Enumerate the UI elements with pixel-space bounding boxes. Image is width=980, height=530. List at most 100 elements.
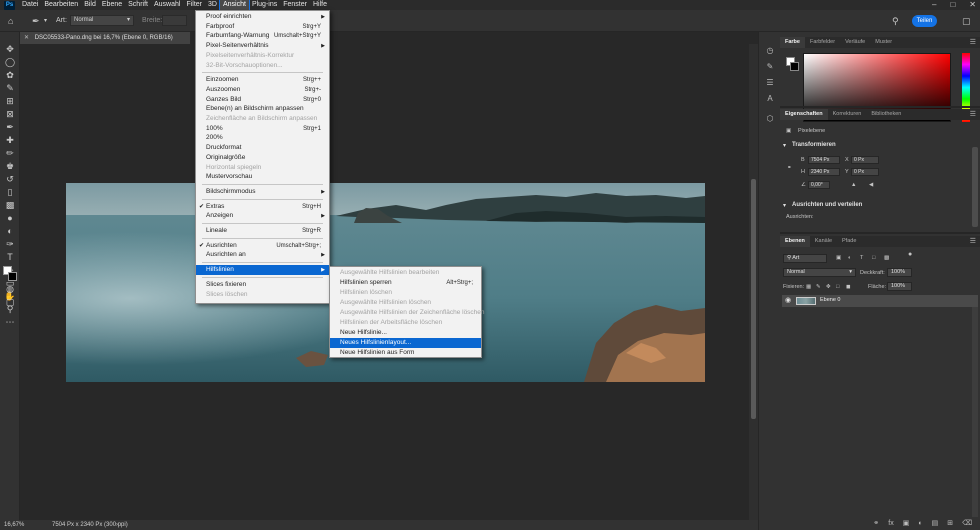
pen-tool-icon[interactable]: ✑ [3,239,17,250]
filter-toggle-icon[interactable]: ● [908,251,912,258]
menu-plug-ins[interactable]: Plug-ins [249,0,280,10]
menu-item-bildschirmmodus[interactable]: Bildschirmmodus ▶ [196,187,329,197]
filter-adjust-icon[interactable]: ◐ [848,255,851,261]
background-color-swatch[interactable] [8,272,17,281]
width-input[interactable] [162,15,187,26]
maximize-icon[interactable]: □ [950,0,955,10]
brush-tool-icon[interactable]: ✏ [3,148,17,159]
x-field[interactable]: 0 Px [851,156,879,164]
height-field[interactable]: 2340 Px [808,168,840,176]
quick-mask-icon[interactable]: ◍ [3,284,17,295]
history-icon[interactable]: ◷ [764,46,776,56]
close-icon[interactable]: ✕ [969,0,976,10]
lock-position-icon[interactable]: ✥ [826,284,831,290]
lock-all-icon[interactable]: ◼ [846,284,851,290]
menu-item-einzoomen[interactable]: Einzoomen Strg++ [196,75,329,85]
menu-hilfe[interactable]: Hilfe [310,0,330,10]
crop-tool-icon[interactable]: ⊞ [3,96,17,107]
brush-settings-icon[interactable]: ✎ [764,62,776,72]
close-icon[interactable]: ✕ [24,35,29,41]
eyedropper-tool-icon[interactable]: ✒ [32,15,40,27]
layers-scrollbar[interactable] [972,307,978,517]
mask-icon[interactable]: ▣ [903,518,910,530]
tab-verlaeufe[interactable]: Verläufe [840,37,870,48]
eye-icon[interactable]: ◉ [785,296,791,304]
panel-menu-icon[interactable]: ☰ [970,109,976,120]
fx-icon[interactable]: fx [888,518,893,530]
menu-item-neues-hilfslinienlayout[interactable]: Neues Hilfslinienlayout... [330,338,481,348]
background-color-swatch[interactable] [790,62,799,71]
menu-bild[interactable]: Bild [81,0,99,10]
lock-pixels-icon[interactable]: ✎ [816,284,821,290]
filter-type-icon[interactable]: T [860,255,863,261]
menu-item-farbumfang-warnung[interactable]: Farbumfang-Warnung Umschalt+Strg+Y [196,31,329,41]
link-layers-icon[interactable]: ⚭ [873,518,879,530]
menu-item-originalgröße[interactable]: Originalgröße [196,153,329,163]
menu-item-neue-hilfslinien-aus-form[interactable]: Neue Hilfslinien aus Form [330,348,481,358]
flip-vertical-icon[interactable]: ◀ [869,182,873,188]
clone-stamp-tool-icon[interactable]: ♚ [3,161,17,172]
tab-kanaele[interactable]: Kanäle [810,236,837,247]
menu-item-ganzes-bild[interactable]: Ganzes Bild Strg+0 [196,95,329,105]
group-folder-icon[interactable]: ▤ [932,518,939,530]
menu-schrift[interactable]: Schrift [125,0,151,10]
layer-name[interactable]: Ebene 0 [820,297,841,303]
fill-field[interactable]: 100% [887,282,912,291]
trash-icon[interactable]: ⌫ [962,518,972,530]
character-icon[interactable]: A [764,94,776,104]
menu-item-farbproof[interactable]: Farbproof Strg+Y [196,22,329,32]
workspace-icon[interactable]: ▢ [962,15,971,27]
menu-item-pixel-seitenverhältnis[interactable]: Pixel-Seitenverhältnis ▶ [196,41,329,51]
menu-item-hilfslinien-sperren[interactable]: Hilfslinien sperren Alt+Strg+; [330,278,481,288]
adjust-icon[interactable]: ☰ [764,78,776,88]
share-button[interactable]: Teilen [912,15,937,27]
tab-ebenen[interactable]: Ebenen [780,236,810,247]
menu-item-mustervorschau[interactable]: Mustervorschau [196,172,329,182]
blend-mode-select[interactable]: Normal ▾ [783,268,856,277]
lock-transparency-icon[interactable]: ▦ [806,284,811,290]
marquee-tool-icon[interactable]: ◯ [3,57,17,68]
menu-item-proof-einrichten[interactable]: Proof einrichten ▶ [196,12,329,22]
tab-muster[interactable]: Muster [870,37,897,48]
chevron-down-icon[interactable]: ▾ [783,142,786,149]
healing-brush-tool-icon[interactable]: ✚ [3,135,17,146]
chevron-down-icon[interactable]: ▾ [44,15,47,27]
move-tool-icon[interactable]: ✥ [3,44,17,55]
zoom-level[interactable]: 16,67% [4,520,24,530]
menu-item-100[interactable]: 100% Strg+1 [196,124,329,134]
document-tab[interactable]: ✕ DSC05533-Pano.dng bei 16,7% (Ebene 0, … [20,32,190,44]
eyedropper-tool-icon[interactable]: ✒ [3,122,17,133]
new-layer-icon[interactable]: ⊞ [947,518,953,530]
blur-tool-icon[interactable]: ● [3,213,17,224]
dodge-tool-icon[interactable]: ◐ [3,226,17,237]
panel-menu-icon[interactable]: ☰ [970,236,976,247]
type-tool-icon[interactable]: T [3,252,17,263]
mode-select[interactable]: Normal ▾ [70,15,134,26]
menu-fenster[interactable]: Fenster [280,0,310,10]
angle-field[interactable]: 0,00° [808,181,830,189]
vertical-scrollbar[interactable] [749,44,758,520]
filter-pixel-icon[interactable]: ▣ [836,255,841,261]
panel-menu-icon[interactable]: ☰ [970,37,976,48]
lasso-tool-icon[interactable]: ✿ [3,70,17,81]
tab-farbfelder[interactable]: Farbfelder [805,37,840,48]
tab-farbe[interactable]: Farbe [780,37,805,48]
tab-korrekturen[interactable]: Korrekturen [828,109,867,120]
gradient-tool-icon[interactable]: ▩ [3,200,17,211]
filter-smart-object-icon[interactable]: ▩ [884,255,889,261]
menu-item-auszoomen[interactable]: Auszoomen Strg+- [196,85,329,95]
home-icon[interactable]: ⌂ [8,15,13,27]
lock-artboard-icon[interactable]: □ [836,284,839,290]
adjustment-layer-icon[interactable]: ◐ [918,518,922,530]
menu-filter[interactable]: Filter [183,0,205,10]
menu-auswahl[interactable]: Auswahl [151,0,183,10]
tab-pfade[interactable]: Pfade [837,236,861,247]
width-field[interactable]: 7504 Px [808,156,840,164]
menu-item-200[interactable]: 200% [196,133,329,143]
more-tools-icon[interactable]: ⋯ [3,317,17,328]
frame-tool-icon[interactable]: ⊠ [3,109,17,120]
y-field[interactable]: 0 Px [851,168,879,176]
eraser-tool-icon[interactable]: ▯ [3,187,17,198]
menu-item-ebene-n-an-bildschirm-anpassen[interactable]: Ebene(n) an Bildschirm anpassen [196,104,329,114]
quick-selection-tool-icon[interactable]: ✎ [3,83,17,94]
